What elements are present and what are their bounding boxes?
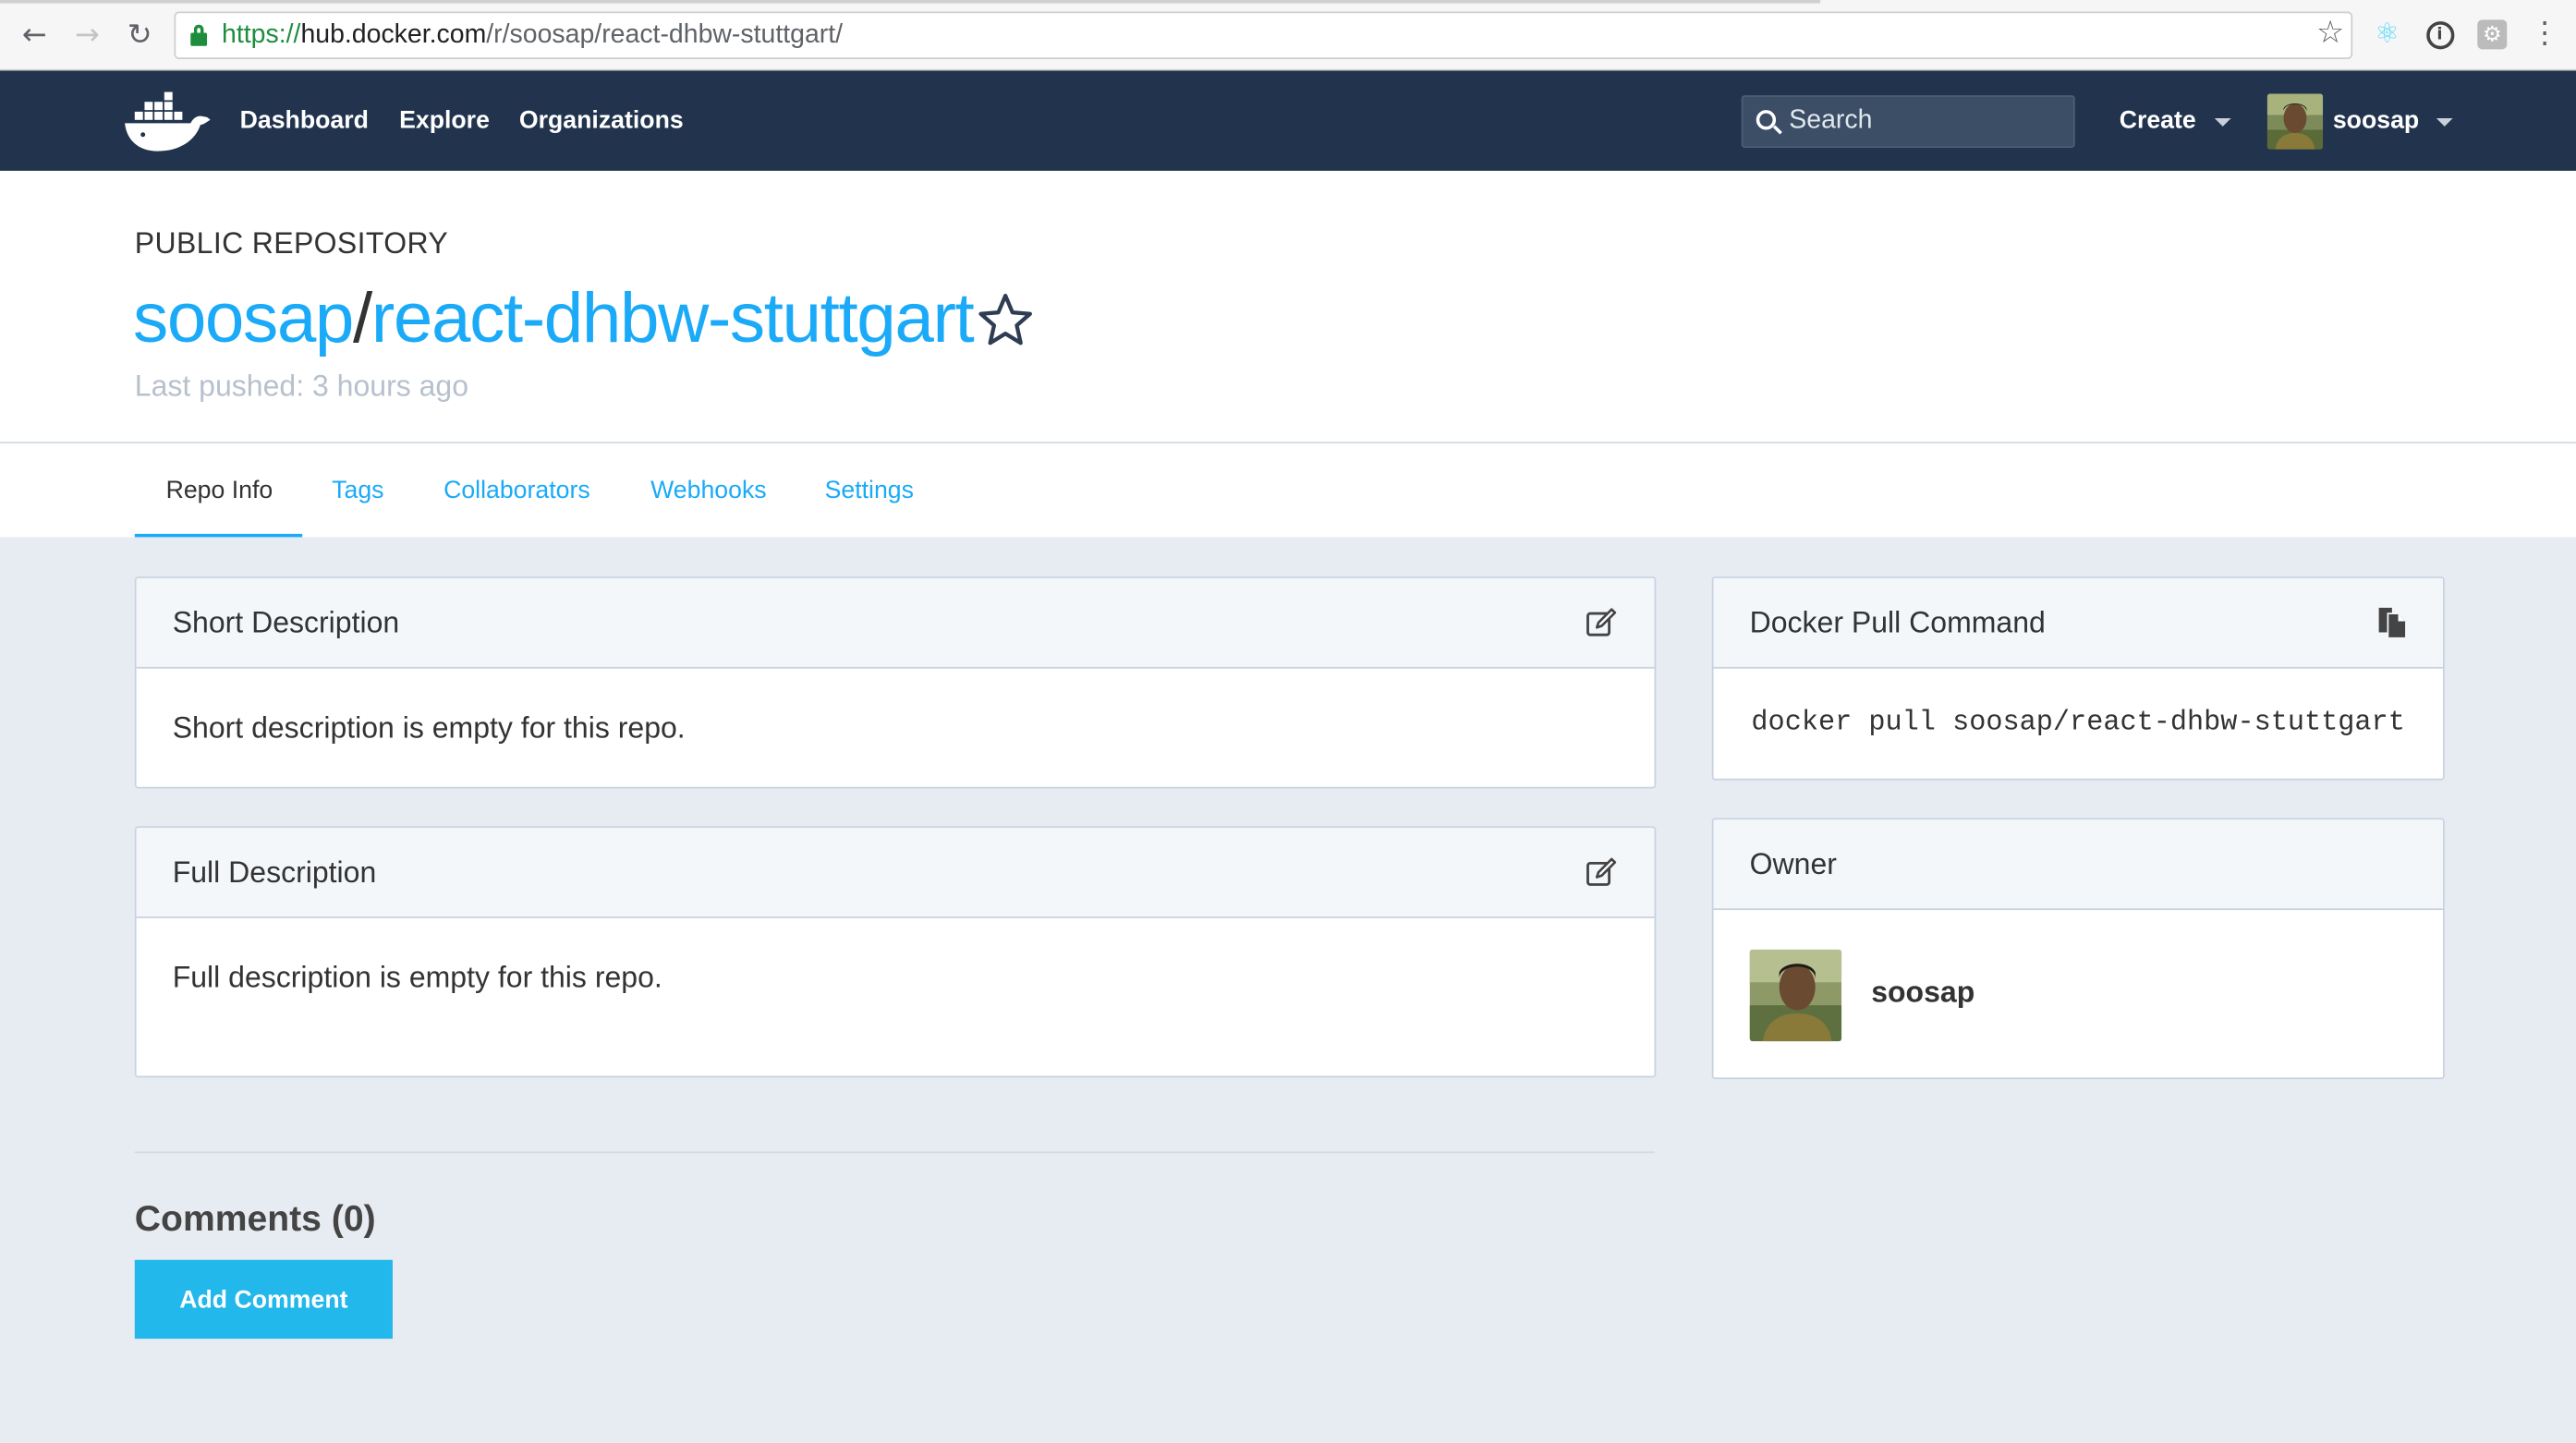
pull-command-panel: Docker Pull Command docker pull soosap/r…	[1711, 576, 2445, 781]
user-avatar[interactable]	[2266, 93, 2324, 150]
create-chevron-down-icon[interactable]	[2214, 118, 2231, 127]
owner-avatar[interactable]	[1749, 949, 1842, 1042]
user-chevron-down-icon[interactable]	[2436, 118, 2453, 127]
browser-menu-icon[interactable]: ⋮	[2530, 15, 2559, 55]
tab-tags[interactable]: Tags	[332, 477, 383, 504]
info-extension-icon[interactable]: i	[2424, 18, 2457, 52]
full-description-panel: Full Description Full description is emp…	[134, 826, 1657, 1078]
edit-icon[interactable]	[1586, 606, 1619, 639]
repo-header: PUBLIC REPOSITORY soosap/react-dhbw-stut…	[0, 170, 2576, 444]
nav-dashboard-link[interactable]: Dashboard	[240, 107, 369, 135]
active-tab-indicator	[134, 533, 303, 538]
reload-icon[interactable]: ↻	[122, 17, 158, 53]
nav-organizations-link[interactable]: Organizations	[519, 107, 684, 135]
repo-name: react-dhbw-stuttgart	[371, 279, 975, 358]
repo-namespace-link[interactable]: soosap	[133, 279, 354, 358]
owner-name-link[interactable]: soosap	[1871, 976, 1975, 1010]
bookmark-star-icon[interactable]: ☆	[2316, 15, 2344, 51]
full-description-text: Full description is empty for this repo.	[172, 961, 662, 994]
repo-title-slash: /	[353, 279, 372, 358]
last-pushed-text: Last pushed: 3 hours ago	[134, 370, 469, 403]
nav-explore-link[interactable]: Explore	[399, 107, 490, 135]
section-divider	[134, 1151, 1655, 1154]
tab-webhooks[interactable]: Webhooks	[650, 477, 767, 504]
forward-arrow-icon[interactable]: →	[69, 17, 105, 53]
username-menu[interactable]: soosap	[2333, 107, 2419, 135]
full-description-title: Full Description	[172, 855, 377, 889]
page-root: ← → ↻ https://hub.docker.com/r/soosap/re…	[0, 0, 2576, 1443]
copy-clipboard-icon[interactable]	[2374, 606, 2407, 639]
search-icon	[1756, 110, 1782, 136]
tab-settings[interactable]: Settings	[825, 477, 914, 504]
lock-icon	[190, 24, 208, 46]
edit-icon[interactable]	[1586, 855, 1619, 889]
short-description-panel: Short Description Short description is e…	[134, 576, 1657, 789]
repo-visibility-label: PUBLIC REPOSITORY	[134, 226, 449, 260]
star-icon[interactable]	[976, 291, 1035, 350]
short-description-text: Short description is empty for this repo…	[172, 710, 686, 745]
url-text[interactable]: https://hub.docker.com/r/soosap/react-dh…	[222, 21, 843, 51]
comments-heading: Comments (0)	[134, 1197, 376, 1239]
browser-toolbar: ← → ↻ https://hub.docker.com/r/soosap/re…	[0, 0, 2576, 71]
search-box[interactable]	[1741, 95, 2075, 149]
address-bar[interactable]: https://hub.docker.com/r/soosap/react-dh…	[174, 11, 2353, 60]
tab-collaborators[interactable]: Collaborators	[444, 477, 590, 504]
pull-command-title: Docker Pull Command	[1749, 606, 2046, 639]
pull-command-text[interactable]: docker pull soosap/react-dhbw-stuttgart	[1751, 708, 2405, 739]
repo-tabs: Repo Info Tags Collaborators Webhooks Se…	[0, 443, 2576, 538]
react-devtools-icon[interactable]: ⚛	[2371, 18, 2404, 52]
repo-title: soosap/react-dhbw-stuttgart	[133, 279, 975, 359]
tab-repo-info[interactable]: Repo Info	[166, 477, 273, 504]
owner-title: Owner	[1749, 847, 1837, 881]
page-load-progress	[0, 0, 1821, 4]
extension-icon[interactable]: ⚙	[2476, 18, 2509, 52]
short-description-title: Short Description	[172, 606, 400, 639]
owner-panel: Owner soosap	[1711, 818, 2445, 1080]
top-navbar: Dashboard Explore Organizations Create s…	[0, 70, 2576, 171]
create-menu-button[interactable]: Create	[2120, 107, 2196, 135]
search-input[interactable]	[1789, 96, 2069, 147]
add-comment-button[interactable]: Add Comment	[134, 1259, 393, 1340]
docker-logo-icon[interactable]	[122, 91, 211, 153]
back-arrow-icon[interactable]: ←	[17, 17, 53, 53]
